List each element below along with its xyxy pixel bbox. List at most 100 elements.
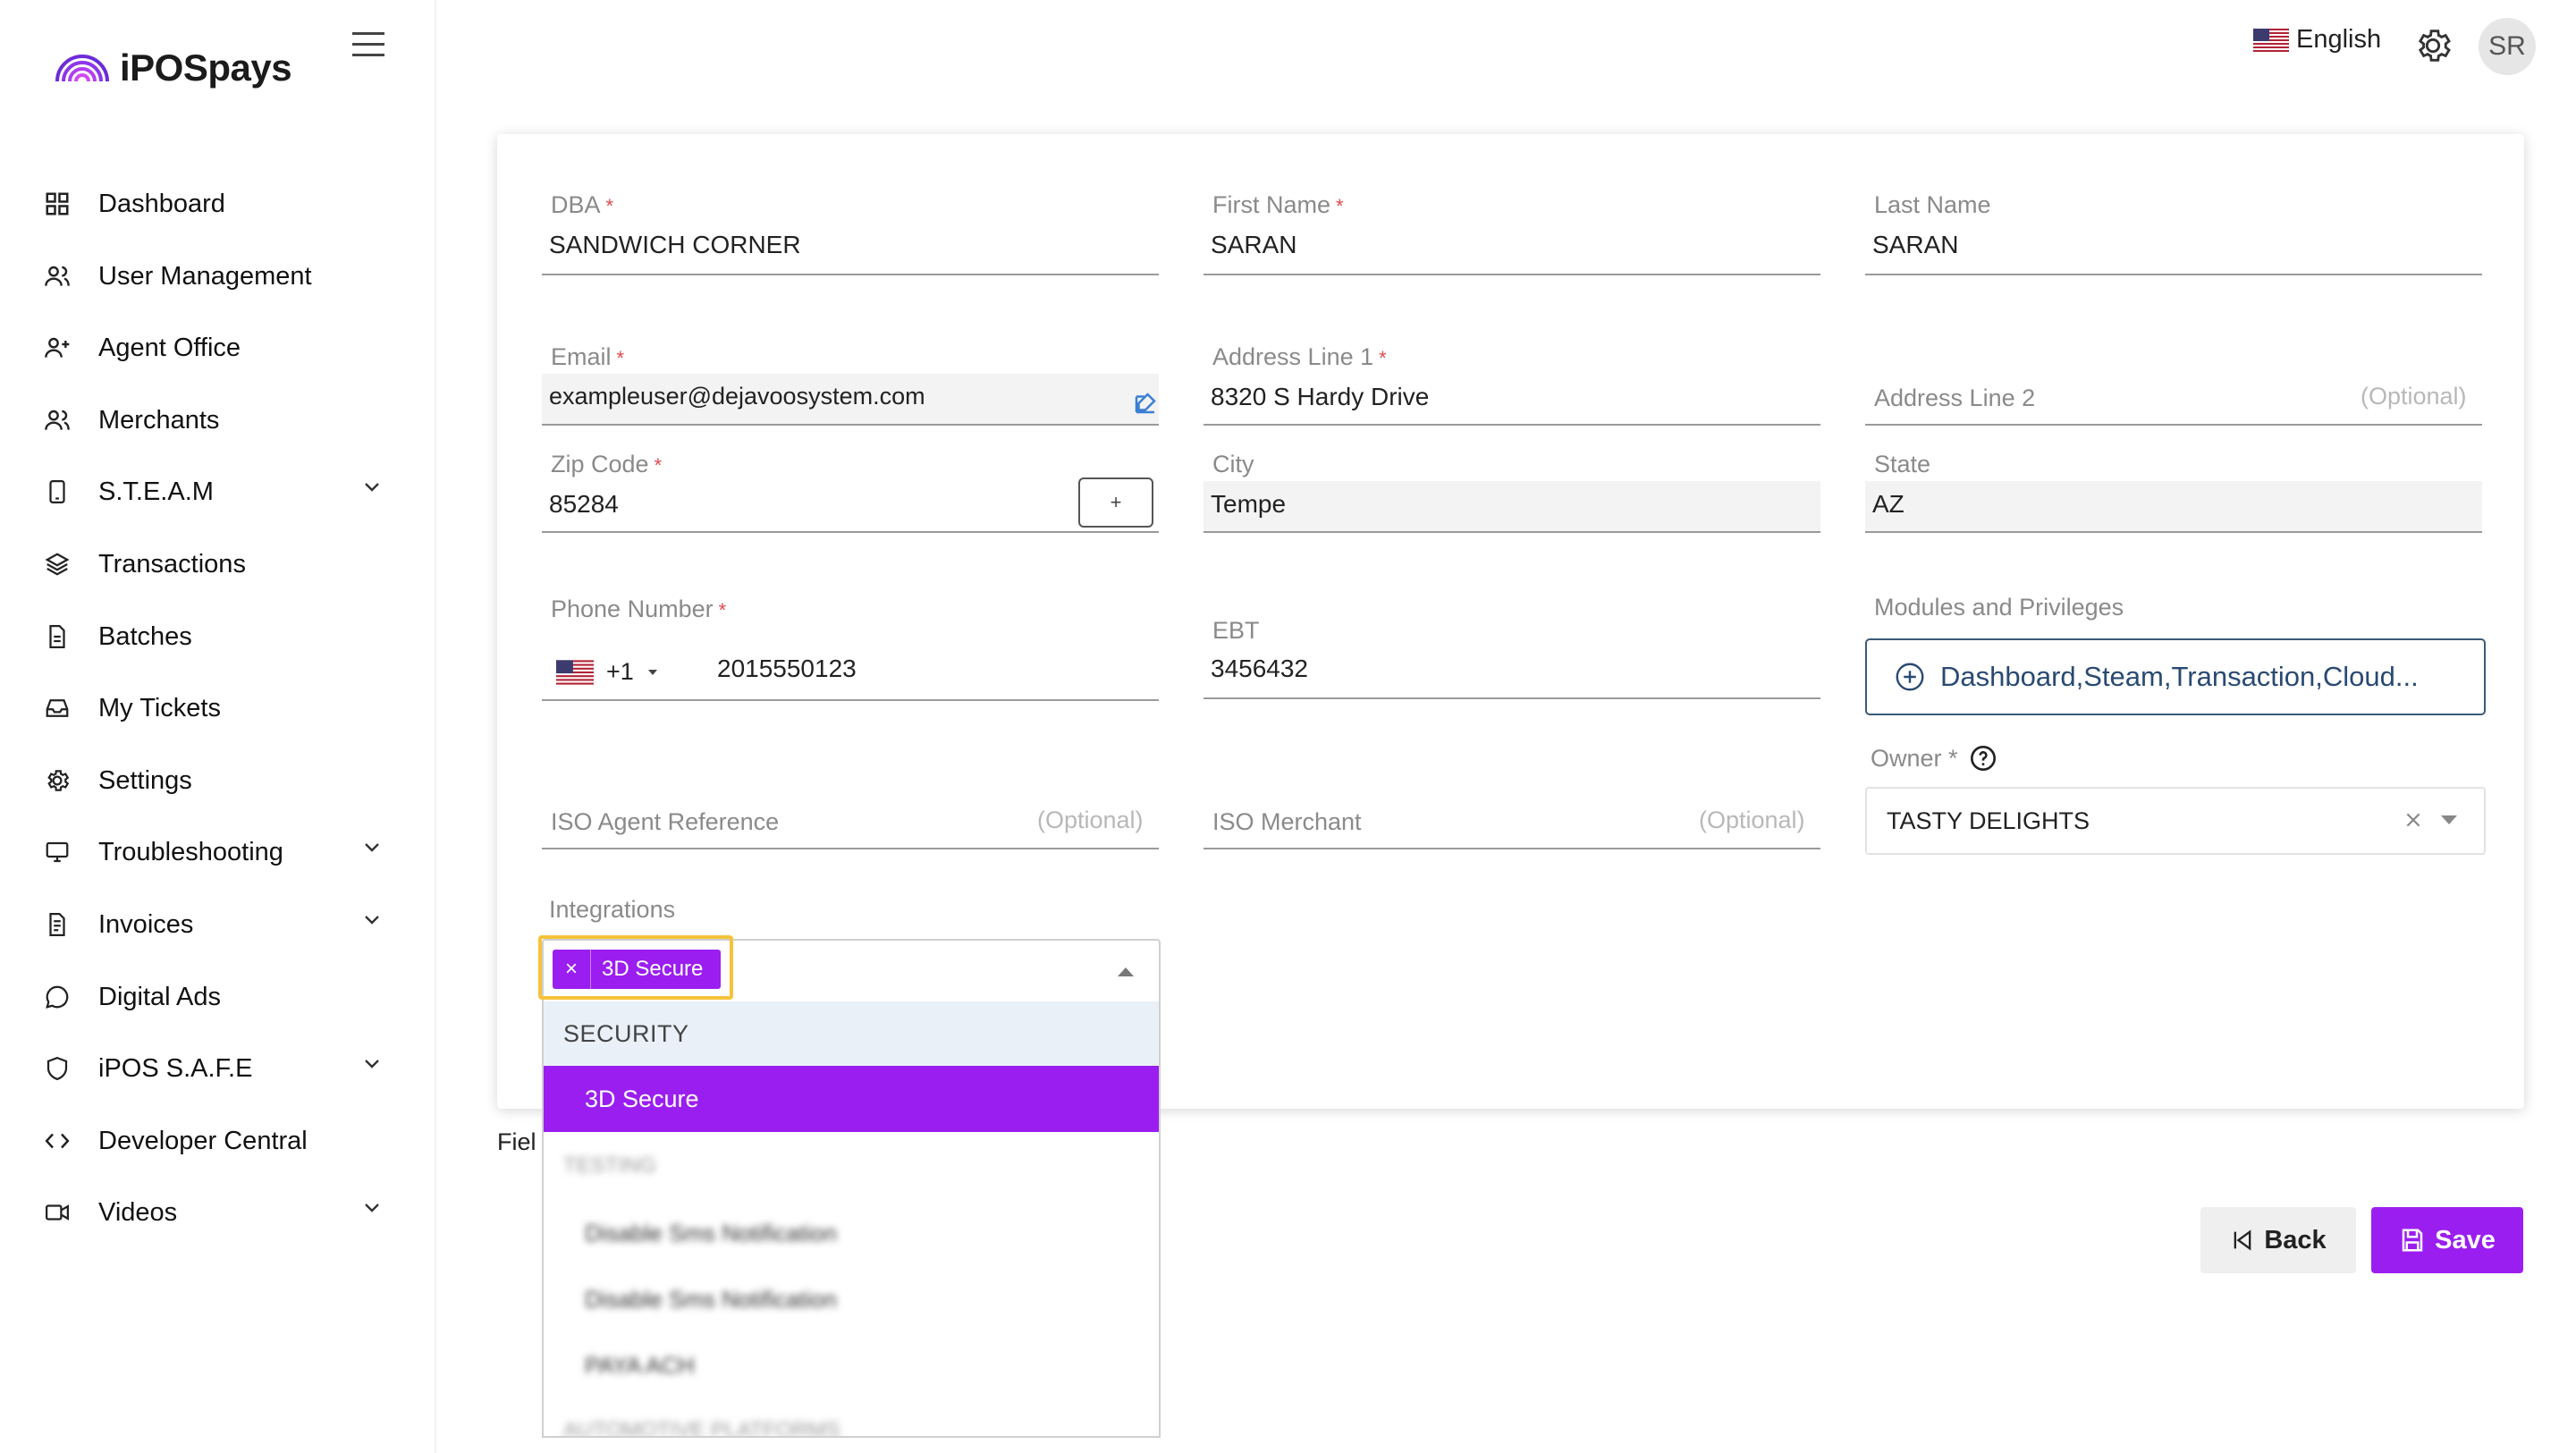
caret-down-icon[interactable]	[2439, 814, 2459, 826]
sidebar-item-my-tickets[interactable]: My Tickets	[41, 681, 399, 735]
brand-name: iPOSpays	[120, 46, 292, 89]
ebt-underline	[1204, 697, 1820, 699]
phone-field[interactable]: 2015550123	[717, 655, 857, 683]
owner-select[interactable]: TASTY DELIGHTS	[1865, 787, 2486, 855]
dropdown-group-testing: TESTING	[544, 1134, 1159, 1198]
rainbow-logo-icon	[55, 55, 109, 82]
sidebar-item-ipos-s-a-f-e[interactable]: iPOS S.A.F.E	[41, 1042, 399, 1095]
sidebar-item-label: iPOS S.A.F.E	[98, 1053, 253, 1083]
back-button[interactable]: Back	[2200, 1207, 2356, 1273]
city-field: Tempe	[1211, 490, 1287, 518]
brand-logo[interactable]: iPOSpays	[54, 46, 292, 89]
sidebar-item-invoices[interactable]: Invoices	[41, 898, 399, 951]
sidebar-item-label: Developer Central	[98, 1126, 308, 1155]
zip-underline	[542, 531, 1159, 533]
chevron-down-icon[interactable]	[363, 1202, 381, 1214]
sidebar-item-agent-office[interactable]: Agent Office	[41, 321, 399, 375]
ebt-field[interactable]: 3456432	[1211, 655, 1308, 683]
dropdown-option[interactable]: Disable Sms Notification	[544, 1200, 1159, 1266]
sidebar-item-troubleshooting[interactable]: Troubleshooting	[41, 825, 399, 879]
field-note: Fiel	[497, 1128, 536, 1155]
dropdown-group-security: SECURITY	[544, 1001, 1159, 1066]
shield-icon	[41, 1052, 73, 1085]
layers-icon	[41, 548, 73, 580]
sidebar-item-label: Batches	[98, 621, 192, 651]
ebt-label: EBT	[1212, 617, 1260, 644]
edit-email-icon[interactable]	[1132, 390, 1159, 417]
iso-merchant-field[interactable]	[1204, 848, 1820, 849]
us-flag-icon	[2253, 28, 2289, 52]
option-label: Disable Sms Notification	[585, 1219, 837, 1246]
email-label: Email *	[551, 343, 625, 370]
chevron-down-icon[interactable]	[363, 1058, 381, 1070]
invoice-icon	[41, 908, 73, 941]
sidebar-item-digital-ads[interactable]: Digital Ads	[41, 970, 399, 1024]
dba-field[interactable]: SANDWICH CORNER	[549, 231, 801, 259]
state-underline	[1865, 531, 2482, 533]
group-label: SECURITY	[563, 1019, 689, 1047]
grid-icon	[41, 188, 73, 220]
sidebar-item-label: Videos	[98, 1197, 178, 1227]
chevron-down-icon[interactable]	[363, 481, 381, 494]
users-icon	[41, 404, 73, 436]
last-name-field[interactable]: SARAN	[1872, 231, 1958, 259]
modules-privileges-selector[interactable]: Dashboard,Steam,Transaction,Cloud...	[1865, 638, 2486, 715]
user-plus-icon	[41, 332, 73, 364]
dropdown-option-3d-secure[interactable]: 3D Secure	[544, 1066, 1159, 1132]
phone-country-selector[interactable]: +1	[556, 658, 659, 686]
city-underline	[1204, 531, 1820, 533]
chevron-down-icon[interactable]	[363, 841, 381, 854]
address1-label: Address Line 1 *	[1212, 343, 1387, 370]
chevron-down-icon[interactable]	[363, 914, 381, 926]
sidebar-item-label: Transactions	[98, 549, 246, 579]
iso-agent-optional: (Optional)	[1037, 807, 1144, 833]
option-label: PAYA ACH	[585, 1351, 695, 1379]
iso-agent-label: ISO Agent Reference	[551, 808, 780, 835]
phone-underline	[542, 699, 1159, 701]
modules-value: Dashboard,Steam,Transaction,Cloud...	[1940, 661, 2419, 692]
zip-field[interactable]: 85284	[549, 490, 619, 519]
monitor-icon	[41, 836, 73, 868]
address1-field[interactable]: 8320 S Hardy Drive	[1211, 383, 1429, 411]
document-icon	[41, 621, 73, 653]
user-avatar[interactable]: SR	[2479, 18, 2536, 75]
dba-label: DBA *	[551, 191, 614, 218]
sidebar-item-merchants[interactable]: Merchants	[41, 393, 399, 447]
gear-icon	[41, 765, 73, 797]
language-selector[interactable]: English	[2253, 25, 2381, 55]
sidebar-item-label: Invoices	[98, 909, 194, 939]
dropdown-option[interactable]: Disable Sms Notification	[544, 1266, 1159, 1332]
sidebar-item-label: S.T.E.A.M	[98, 477, 214, 506]
address1-underline	[1204, 424, 1820, 426]
sidebar-item-user-management[interactable]: User Management	[41, 249, 399, 303]
city-field-bg	[1204, 481, 1820, 531]
address2-field[interactable]	[1865, 424, 2482, 426]
help-circle-icon[interactable]	[1969, 744, 1997, 773]
zip-add-button[interactable]: +	[1078, 477, 1153, 528]
sidebar-item-batches[interactable]: Batches	[41, 610, 399, 663]
device-icon	[41, 476, 73, 508]
first-name-field[interactable]: SARAN	[1211, 231, 1296, 259]
caret-up-icon	[1118, 967, 1134, 976]
email-field[interactable]: exampleuser@dejavoosystem.com	[549, 383, 925, 410]
sidebar-item-label: User Management	[98, 261, 312, 291]
state-field: AZ	[1872, 490, 1905, 518]
chip-remove-icon[interactable]: ×	[553, 950, 591, 989]
sidebar-item-developer-central[interactable]: Developer Central	[41, 1114, 399, 1168]
sidebar-item-transactions[interactable]: Transactions	[41, 537, 399, 591]
last-name-label: Last Name	[1874, 191, 1991, 218]
menu-toggle-icon[interactable]	[349, 29, 388, 61]
save-button[interactable]: Save	[2371, 1207, 2523, 1273]
sidebar-item-dashboard[interactable]: Dashboard	[41, 177, 399, 231]
sidebar-item-videos[interactable]: Videos	[41, 1186, 399, 1239]
clear-icon[interactable]	[2403, 810, 2423, 830]
dropdown-option[interactable]: PAYA ACH	[544, 1332, 1159, 1398]
settings-gear-icon[interactable]	[2412, 25, 2454, 66]
save-disk-icon	[2402, 1229, 2423, 1252]
sidebar-item-label: Settings	[98, 765, 192, 795]
iso-agent-field[interactable]	[542, 848, 1159, 849]
sidebar-item-settings[interactable]: Settings	[41, 754, 399, 807]
save-label: Save	[2435, 1225, 2496, 1254]
sidebar-item-s-t-e-a-m[interactable]: S.T.E.A.M	[41, 465, 399, 519]
iso-merchant-label: ISO Merchant	[1212, 808, 1362, 835]
